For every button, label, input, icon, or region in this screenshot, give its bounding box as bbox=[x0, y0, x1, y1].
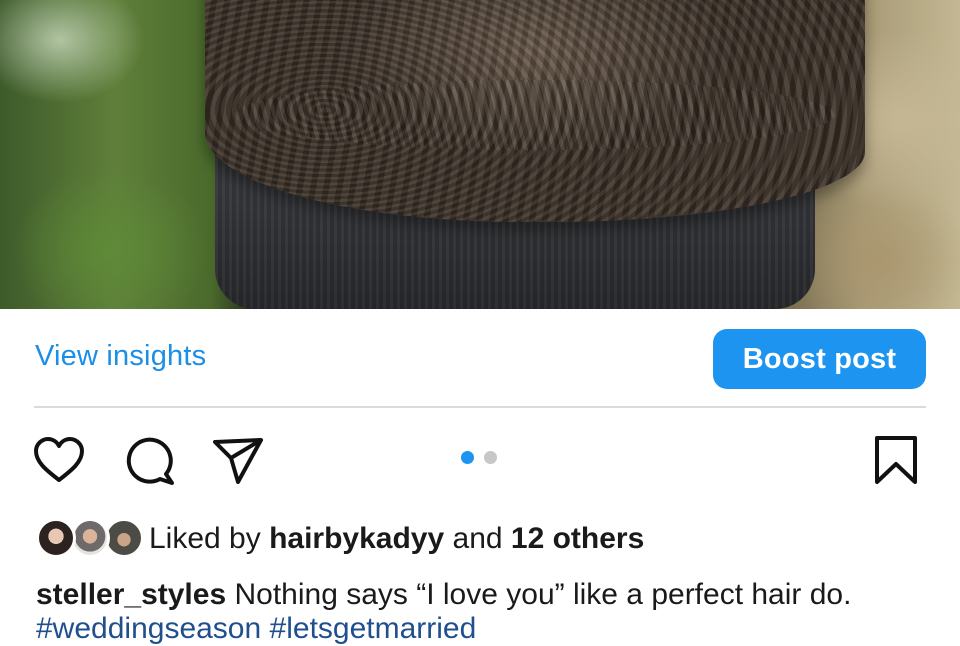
hair-graphic bbox=[205, 0, 865, 222]
comment-icon[interactable] bbox=[122, 434, 176, 488]
boost-post-button[interactable]: Boost post bbox=[713, 329, 926, 389]
avatar[interactable] bbox=[70, 518, 110, 558]
divider bbox=[34, 406, 926, 408]
avatar[interactable] bbox=[104, 518, 144, 558]
post-photo[interactable] bbox=[0, 0, 960, 309]
paper-plane-icon[interactable] bbox=[211, 434, 265, 488]
liked-by-prefix: Liked by bbox=[149, 522, 270, 555]
bookmark-icon[interactable] bbox=[871, 434, 921, 488]
caption-hashtags: #weddingseason #letsgetmarried bbox=[36, 612, 476, 646]
hashtag-link[interactable]: #letsgetmarried bbox=[270, 612, 477, 645]
liked-by-user[interactable]: hairbykadyy bbox=[269, 522, 444, 555]
caption-text: Nothing says “I love you” like a perfect… bbox=[226, 578, 852, 611]
heart-icon[interactable] bbox=[32, 434, 86, 488]
avatar[interactable] bbox=[36, 518, 76, 558]
hashtag-link[interactable]: #weddingseason bbox=[36, 612, 261, 645]
liked-by-connector: and bbox=[444, 522, 511, 555]
caption-username[interactable]: steller_styles bbox=[36, 578, 226, 611]
post-caption: steller_styles Nothing says “I love you”… bbox=[36, 578, 936, 612]
carousel-dot bbox=[484, 451, 497, 464]
carousel-dot-active bbox=[461, 451, 474, 464]
liked-by-others[interactable]: 12 others bbox=[511, 522, 644, 555]
view-insights-link[interactable]: View insights bbox=[35, 340, 206, 373]
liked-by-text: Liked by hairbykadyy and 12 others bbox=[149, 522, 644, 556]
